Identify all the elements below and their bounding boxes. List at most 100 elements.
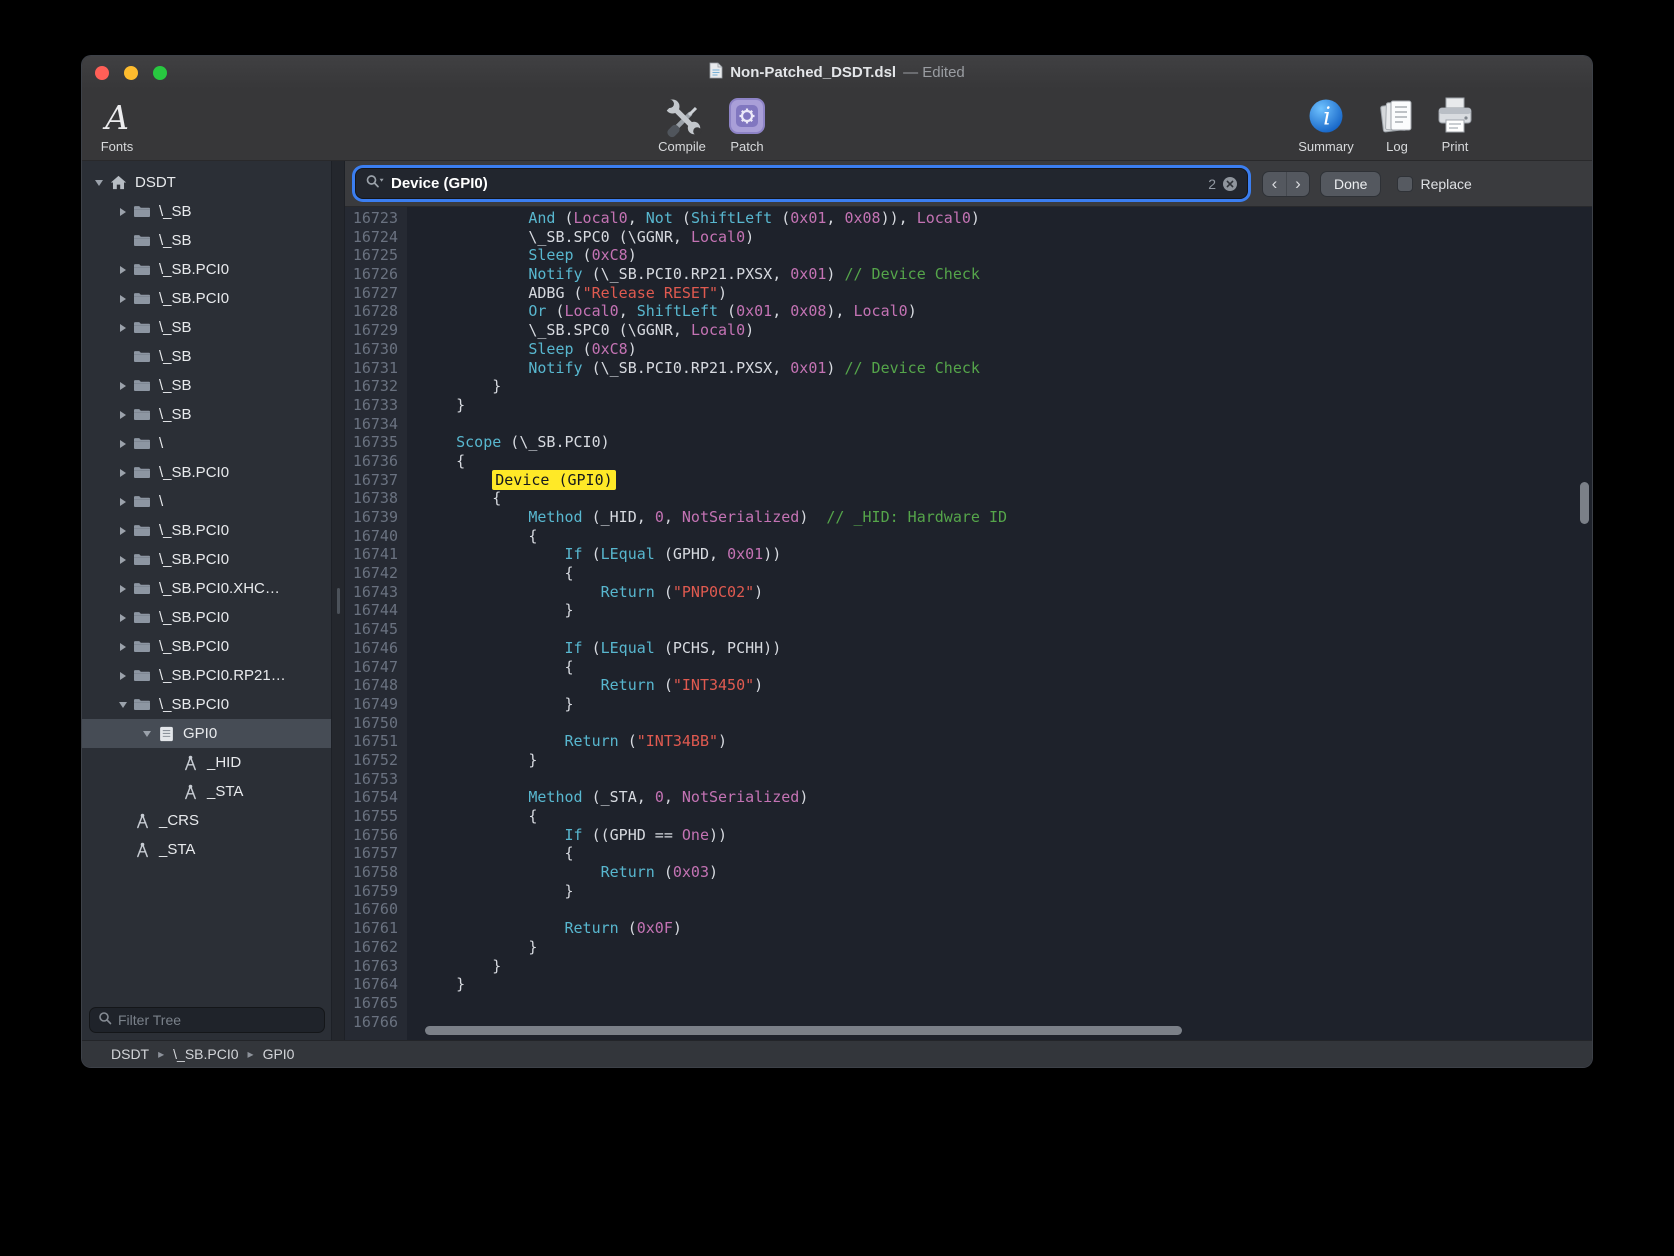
tree-item-sb-pci0[interactable]: \_SB.PCI0 [82, 458, 331, 487]
code-text[interactable]: Sleep (0xC8) [407, 340, 637, 359]
code-text[interactable]: If (LEqual (GPHD, 0x01)) [407, 545, 781, 564]
tree-item-crs[interactable]: _CRS [82, 806, 331, 835]
clear-search-icon[interactable] [1222, 176, 1238, 192]
tree-item-sb[interactable]: \_SB [82, 400, 331, 429]
code-text[interactable]: Method (_HID, 0, NotSerialized) // _HID:… [407, 508, 1007, 527]
code-text[interactable]: If ((GPHD == One)) [407, 826, 727, 845]
tree-item-dsdt[interactable]: DSDT [82, 168, 331, 197]
tree-item-sb[interactable]: \_SB [82, 226, 331, 255]
code-text[interactable]: } [407, 601, 574, 620]
code-text[interactable]: } [407, 975, 465, 994]
code-text[interactable]: Method (_STA, 0, NotSerialized) [407, 788, 808, 807]
code-text[interactable]: { [407, 527, 537, 546]
search-menu-icon[interactable] [365, 174, 385, 193]
tree-item-sb-pci0[interactable]: \_SB.PCI0 [82, 603, 331, 632]
code-text[interactable]: Return ("INT34BB") [407, 732, 727, 751]
disclosure-triangle[interactable] [90, 180, 107, 186]
vertical-scrollbar-thumb[interactable] [1580, 482, 1589, 524]
fonts-button[interactable]: A Fonts [86, 92, 148, 154]
disclosure-triangle[interactable] [114, 295, 131, 303]
filter-tree-field[interactable] [89, 1007, 325, 1033]
replace-checkbox[interactable] [1397, 176, 1413, 192]
find-next-button[interactable]: › [1286, 172, 1309, 196]
code-text[interactable]: Notify (\_SB.PCI0.RP21.PXSX, 0x01) // De… [407, 265, 980, 284]
code-text[interactable]: \_SB.SPC0 (\GGNR, Local0) [407, 228, 754, 247]
disclosure-triangle[interactable] [138, 731, 155, 737]
tree-item-sb[interactable]: \_SB [82, 342, 331, 371]
tree-item-[interactable]: \ [82, 487, 331, 516]
disclosure-triangle[interactable] [114, 411, 131, 419]
code-text[interactable] [407, 994, 420, 1013]
code-text[interactable]: Device (GPI0) [407, 471, 616, 490]
code-text[interactable]: } [407, 957, 501, 976]
disclosure-triangle[interactable] [114, 324, 131, 332]
code-text[interactable] [407, 714, 420, 733]
disclosure-triangle[interactable] [114, 266, 131, 274]
breadcrumb-item[interactable]: \_SB.PCI0 [173, 1046, 238, 1062]
code-text[interactable]: } [407, 938, 537, 957]
disclosure-triangle[interactable] [114, 208, 131, 216]
tree-item-sb[interactable]: \_SB [82, 371, 331, 400]
search-field[interactable]: 2 [356, 169, 1247, 198]
disclosure-triangle[interactable] [114, 527, 131, 535]
tree-item-sb-pci0[interactable]: \_SB.PCI0 [82, 255, 331, 284]
tree-item-sb-pci0[interactable]: \_SB.PCI0 [82, 516, 331, 545]
breadcrumb-item[interactable]: GPI0 [263, 1046, 295, 1062]
code-text[interactable] [407, 415, 420, 434]
disclosure-triangle[interactable] [114, 498, 131, 506]
tree-item-hid[interactable]: _HID [82, 748, 331, 777]
tree-item-sb[interactable]: \_SB [82, 197, 331, 226]
code-text[interactable]: } [407, 695, 574, 714]
code-text[interactable]: Return ("PNP0C02") [407, 583, 763, 602]
tree-item-sb-pci0[interactable]: \_SB.PCI0 [82, 632, 331, 661]
disclosure-triangle[interactable] [114, 672, 131, 680]
code-text[interactable]: Scope (\_SB.PCI0) [407, 433, 610, 452]
minimize-window-button[interactable] [124, 66, 138, 80]
code-text[interactable] [407, 900, 420, 919]
disclosure-triangle[interactable] [114, 702, 131, 708]
disclosure-triangle[interactable] [114, 440, 131, 448]
code-text[interactable]: } [407, 396, 465, 415]
code-text[interactable]: { [407, 564, 574, 583]
pane-splitter[interactable] [331, 161, 345, 1040]
done-button[interactable]: Done [1321, 172, 1380, 196]
tree-item-sb-pci0[interactable]: \_SB.PCI0 [82, 690, 331, 719]
disclosure-triangle[interactable] [114, 614, 131, 622]
filter-tree-input[interactable] [118, 1012, 316, 1028]
code-text[interactable]: Sleep (0xC8) [407, 246, 637, 265]
code-text[interactable] [407, 1013, 420, 1032]
code-text[interactable]: Or (Local0, ShiftLeft (0x01, 0x08), Loca… [407, 302, 917, 321]
titlebar[interactable]: Non-Patched_DSDT.dsl — Edited [82, 56, 1592, 89]
disclosure-triangle[interactable] [114, 585, 131, 593]
code-text[interactable]: And (Local0, Not (ShiftLeft (0x01, 0x08)… [407, 209, 980, 228]
tree-item-sb-pci0-rp21[interactable]: \_SB.PCI0.RP21… [82, 661, 331, 690]
tree-item-sb-pci0[interactable]: \_SB.PCI0 [82, 545, 331, 574]
patch-button[interactable]: Patch [716, 92, 778, 154]
zoom-window-button[interactable] [153, 66, 167, 80]
compile-button[interactable]: Compile [646, 92, 718, 154]
close-window-button[interactable] [95, 66, 109, 80]
code-text[interactable]: Return (0x03) [407, 863, 718, 882]
tree-item-sta[interactable]: _STA [82, 777, 331, 806]
tree-item-[interactable]: \ [82, 429, 331, 458]
tree-item-sb-pci0-xhc[interactable]: \_SB.PCI0.XHC… [82, 574, 331, 603]
tree-item-gpi0[interactable]: GPI0 [82, 719, 331, 748]
code-text[interactable]: If (LEqual (PCHS, PCHH)) [407, 639, 781, 658]
code-text[interactable]: Return ("INT3450") [407, 676, 763, 695]
disclosure-triangle[interactable] [114, 556, 131, 564]
horizontal-scrollbar-thumb[interactable] [425, 1026, 1182, 1035]
code-text[interactable]: ADBG ("Release RESET") [407, 284, 727, 303]
code-text[interactable]: \_SB.SPC0 (\GGNR, Local0) [407, 321, 754, 340]
tree-item-sb-pci0[interactable]: \_SB.PCI0 [82, 284, 331, 313]
tree-item-sta[interactable]: _STA [82, 835, 331, 864]
code-text[interactable]: Return (0x0F) [407, 919, 682, 938]
find-previous-button[interactable]: ‹ [1263, 172, 1286, 196]
code-text[interactable]: { [407, 844, 574, 863]
disclosure-triangle[interactable] [114, 469, 131, 477]
log-button[interactable]: Log [1370, 92, 1424, 154]
code-text[interactable]: { [407, 807, 537, 826]
summary-button[interactable]: i Summary [1290, 92, 1362, 154]
breadcrumb-item[interactable]: DSDT [111, 1046, 149, 1062]
code-text[interactable]: } [407, 377, 501, 396]
disclosure-triangle[interactable] [114, 643, 131, 651]
